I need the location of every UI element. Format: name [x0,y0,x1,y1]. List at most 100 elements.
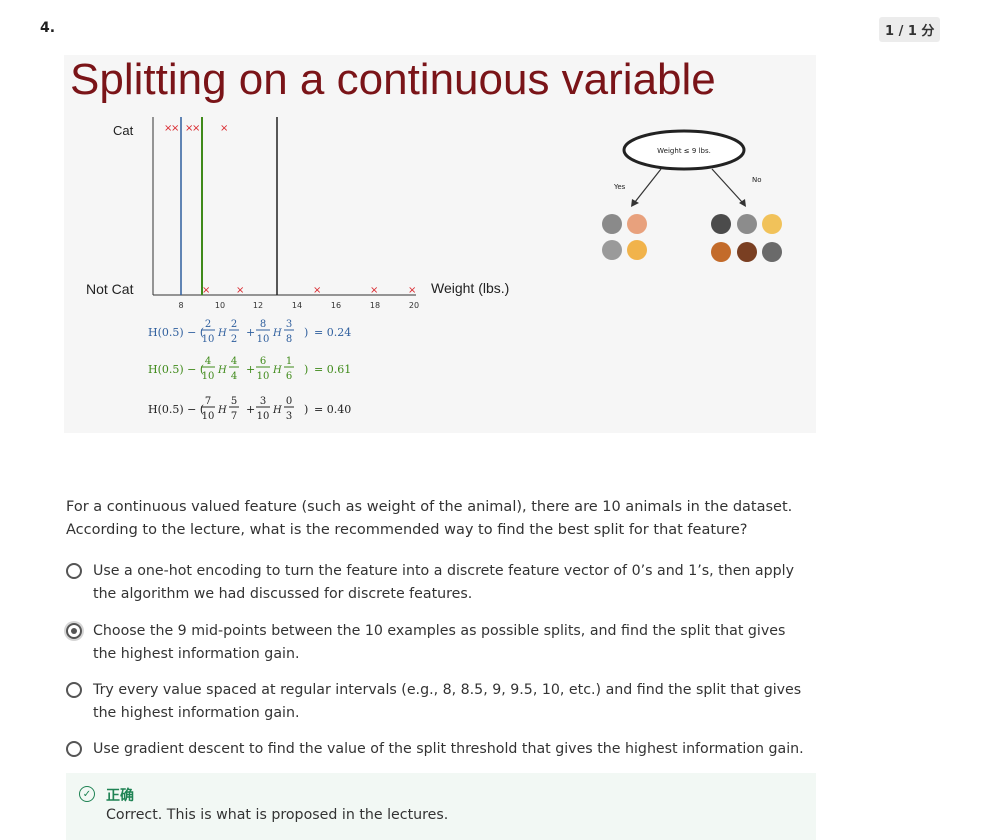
option-midpoints[interactable]: Choose the 9 mid-points between the 10 e… [66,620,816,666]
dog-icon [762,214,782,234]
svg-text:H: H [217,365,227,376]
svg-text:8: 8 [260,319,266,330]
cat-icons [602,214,647,260]
svg-text:= 0.24: = 0.24 [314,326,351,339]
question-number: 4. [40,20,56,36]
x-tick: 18 [370,301,380,310]
svg-text:H(0.5) − (: H(0.5) − ( [148,403,204,416]
feedback-status: 正确 [106,788,134,804]
svg-text:3: 3 [286,411,292,422]
svg-text:H: H [272,328,282,339]
svg-text:= 0.40: = 0.40 [314,403,351,416]
formula-row: H(0.5) − ( 4 10 H 4 4 + 6 10 H 1 6 ) = 0… [148,356,351,382]
radio-button-selected[interactable] [66,623,82,639]
cat-icon [602,214,622,234]
svg-text:H: H [272,405,282,416]
radio-button[interactable] [66,741,82,757]
svg-text:10: 10 [257,334,270,345]
svg-text:2: 2 [231,334,237,345]
x-tick: 10 [215,301,225,310]
dog-icon [737,214,757,234]
score-badge: 1 / 1 分 [879,17,941,42]
svg-text:): ) [304,363,308,376]
option-regular-intervals[interactable]: Try every value spaced at regular interv… [66,679,816,725]
svg-text:1: 1 [286,356,292,367]
arrow-head-icon [631,199,639,207]
svg-text:= 0.61: = 0.61 [314,363,351,376]
dog-icon [711,214,731,234]
cat-marker: × [192,123,200,134]
radio-button[interactable] [66,563,82,579]
svg-text:4: 4 [231,356,237,367]
svg-text:10: 10 [257,371,270,382]
svg-text:8: 8 [286,334,292,345]
svg-text:4: 4 [231,371,237,382]
check-circle-icon: ✓ [79,786,95,802]
svg-text:6: 6 [286,371,292,382]
option-label[interactable]: Choose the 9 mid-points between the 10 e… [93,620,813,666]
dog-icon [711,242,731,262]
cat-icon [627,240,647,260]
svg-text:H(0.5) − (: H(0.5) − ( [148,363,204,376]
svg-text:2: 2 [205,319,211,330]
x-axis-label: Weight (lbs.) [431,280,509,296]
svg-text:10: 10 [202,411,215,422]
svg-text:10: 10 [202,334,215,345]
question-text: For a continuous valued feature (such as… [66,499,793,538]
dog-icon [762,242,782,262]
svg-text:10: 10 [202,371,215,382]
feedback-text: Correct. This is what is proposed in the… [106,807,449,823]
split-diagram: Cat Not Cat × × × × × × × × × × Weight (… [86,117,782,422]
x-tick: 14 [292,301,302,310]
svg-text:10: 10 [257,411,270,422]
svg-text:+: + [246,403,255,416]
y-label-cat: Cat [113,123,134,138]
svg-text:+: + [246,326,255,339]
svg-text:3: 3 [260,396,266,407]
x-tick: 20 [409,301,419,310]
tree-no-label: No [752,176,762,184]
feedback-panel: ✓ 正确 Correct. This is what is proposed i… [66,773,816,840]
lecture-slide-figure: Splitting on a continuous variable Cat N… [64,55,816,433]
not-cat-marker: × [408,285,416,296]
svg-text:+: + [246,363,255,376]
svg-text:7: 7 [205,396,211,407]
option-label[interactable]: Try every value spaced at regular interv… [93,679,813,725]
cat-marker: × [171,123,179,134]
svg-text:3: 3 [286,319,292,330]
y-label-not-cat: Not Cat [86,281,134,297]
svg-text:): ) [304,326,308,339]
tree-yes-label: Yes [613,183,626,191]
dog-icon [737,242,757,262]
formula-row: H(0.5) − ( 2 10 H 2 2 + 8 10 H 3 8 ) = 0… [148,319,351,345]
not-cat-marker: × [236,285,244,296]
svg-text:H: H [217,405,227,416]
svg-text:0: 0 [286,396,292,407]
not-cat-marker: × [202,285,210,296]
svg-text:H: H [217,328,227,339]
option-gradient-descent[interactable]: Use gradient descent to find the value o… [66,738,816,761]
radio-button[interactable] [66,682,82,698]
dog-icons [711,214,782,262]
svg-text:4: 4 [205,356,211,367]
option-label[interactable]: Use gradient descent to find the value o… [93,738,813,761]
tree-edge-yes [634,168,662,203]
formula-row: H(0.5) − ( 7 10 H 5 7 + 3 10 H 0 3 ) = 0… [148,396,351,422]
svg-text:6: 6 [260,356,266,367]
not-cat-marker: × [370,285,378,296]
svg-text:H(0.5) − (: H(0.5) − ( [148,326,204,339]
option-one-hot[interactable]: Use a one-hot encoding to turn the featu… [66,560,816,606]
svg-text:): ) [304,403,308,416]
not-cat-marker: × [313,285,321,296]
svg-text:2: 2 [231,319,237,330]
option-label[interactable]: Use a one-hot encoding to turn the featu… [93,560,813,606]
cat-marker: × [220,123,228,134]
svg-text:H: H [272,365,282,376]
tree-root-label: Weight ≤ 9 lbs. [657,147,711,155]
svg-text:7: 7 [231,411,237,422]
x-tick: 16 [331,301,341,310]
cat-icon [627,214,647,234]
x-tick: 12 [253,301,263,310]
x-tick: 8 [178,301,183,310]
svg-text:5: 5 [231,396,237,407]
